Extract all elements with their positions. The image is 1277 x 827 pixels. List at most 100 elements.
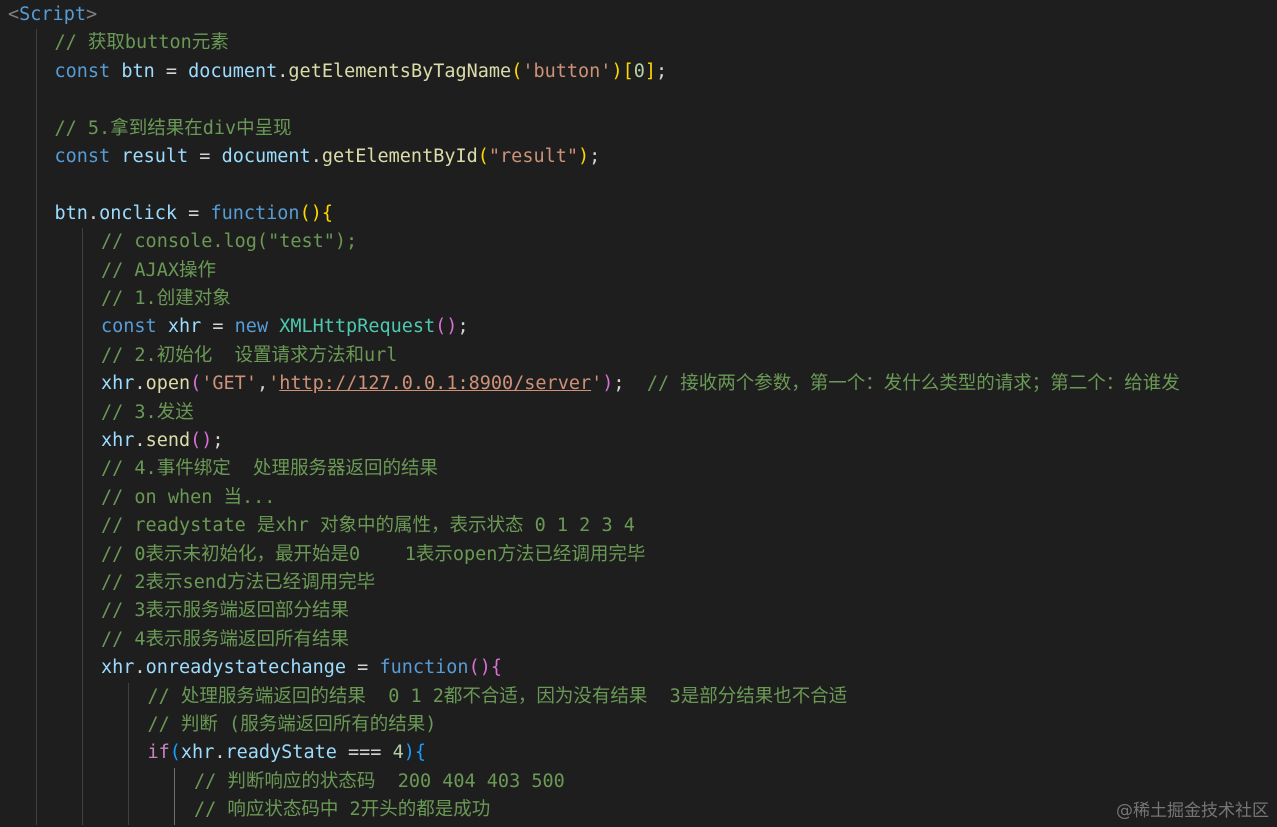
code-token: // 3.发送	[101, 401, 194, 423]
code-token: >	[85, 4, 98, 25]
code-token: .	[134, 657, 146, 679]
code-editor[interactable]: <Script> // 获取button元素 const btn = documen…	[0, 0, 1277, 827]
code-line[interactable]: // 1.创建对象	[0, 285, 1277, 313]
code-line[interactable]: if(xhr.readyState === 4){	[0, 739, 1277, 767]
code-token: const	[54, 146, 122, 167]
code-token: btn	[121, 60, 155, 82]
code-token: ()	[190, 430, 213, 451]
code-token: function	[379, 657, 469, 679]
code-token: xhr	[101, 430, 135, 451]
code-line[interactable]: // 处理服务端返回的结果 0 1 2都不合适，因为没有结果 3是部分结果也不合…	[0, 683, 1277, 711]
code-line[interactable]: // 2表示send方法已经调用完毕	[0, 569, 1277, 597]
code-token: (	[511, 60, 523, 82]
code-token: .	[214, 742, 226, 764]
code-token: onclick	[99, 202, 178, 224]
code-token: 4	[392, 742, 404, 764]
code-line[interactable]	[0, 171, 1277, 199]
code-token: const	[101, 316, 168, 338]
code-line[interactable]: xhr.send();	[0, 427, 1277, 455]
code-token: ;	[212, 430, 224, 451]
code-token: (	[477, 146, 489, 167]
code-token: // 1.创建对象	[101, 288, 231, 309]
code-token: =	[346, 657, 380, 679]
code-token: send	[145, 430, 191, 451]
code-token: ;	[457, 316, 469, 338]
code-token: ()	[299, 202, 322, 224]
code-token: xhr	[180, 742, 215, 764]
code-token: // 2表示send方法已经调用完毕	[101, 572, 376, 593]
code-token: xhr	[167, 316, 202, 338]
code-line[interactable]: // 2.初始化 设置请求方法和url	[0, 342, 1277, 370]
code-token: '	[591, 373, 603, 395]
code-line[interactable]: const xhr = new XMLHttpRequest();	[0, 313, 1277, 341]
code-token: onreadystatechange	[145, 657, 347, 679]
code-token: '	[268, 373, 280, 395]
code-line[interactable]: const btn = document.getElementsByTagNam…	[0, 58, 1277, 86]
code-token: ;	[656, 60, 668, 82]
code-token: document	[188, 60, 278, 82]
code-token: <	[8, 4, 20, 25]
code-token: // 2.初始化 设置请求方法和url	[101, 344, 398, 366]
code-line[interactable]: // 响应状态码中 2开头的都是成功	[0, 796, 1277, 824]
code-line[interactable]: // 判断响应的状态码 200 404 403 500	[0, 768, 1277, 796]
code-token: ,	[256, 373, 269, 395]
code-line[interactable]: // 0表示未初始化，最开始是0 1表示open方法已经调用完毕	[0, 541, 1277, 569]
code-token: =	[177, 202, 211, 224]
code-line[interactable]	[0, 86, 1277, 114]
code-token: // 4表示服务端返回所有结果	[101, 628, 350, 650]
code-token: getElementById	[321, 146, 478, 167]
code-token: // 4.事件绑定 处理服务器返回的结果	[101, 458, 438, 480]
code-line[interactable]: // on when 当...	[0, 484, 1277, 512]
code-token: new	[234, 316, 280, 338]
code-line[interactable]: // AJAX操作	[0, 257, 1277, 285]
code-line[interactable]: // 3.发送	[0, 399, 1277, 427]
code-token: )	[602, 373, 614, 395]
code-token: open	[145, 373, 191, 395]
code-token: xhr	[101, 373, 135, 395]
code-line[interactable]: // 判断 (服务端返回所有的结果)	[0, 711, 1277, 739]
watermark: @稀土掘金技术社区	[1116, 801, 1269, 821]
code-token: btn	[54, 202, 88, 224]
code-token: if	[147, 742, 170, 764]
code-line[interactable]: // 4表示服务端返回所有结果	[0, 626, 1277, 654]
code-token: ()	[468, 657, 491, 679]
code-token: // AJAX操作	[101, 259, 216, 281]
code-token: // console.log("test");	[101, 231, 358, 253]
code-token: =	[154, 60, 189, 82]
code-token: .	[87, 202, 100, 224]
code-token: [	[622, 60, 634, 82]
code-token: // 判断 (服务端返回所有的结果)	[147, 714, 437, 735]
code-token: // on when 当...	[101, 486, 276, 508]
code-token: Script	[19, 4, 86, 25]
code-line[interactable]: const result = document.getElementById("…	[0, 143, 1277, 171]
code-token: )	[611, 60, 623, 82]
code-token: 'button'	[522, 60, 612, 82]
code-line[interactable]: xhr.open('GET','http://127.0.0.1:8900/se…	[0, 370, 1277, 398]
code-token: (	[190, 373, 202, 395]
code-token: {	[414, 742, 426, 764]
code-token: )	[578, 146, 590, 167]
code-line[interactable]: // readystate 是xhr 对象中的属性，表示状态 0 1 2 3 4	[0, 512, 1277, 540]
code-token: .	[310, 146, 322, 167]
code-token: // 接收两个参数，第一个：发什么类型的请求；第二个：给谁发	[646, 373, 1180, 395]
code-token: http://127.0.0.1:8900/server	[279, 373, 592, 395]
code-line[interactable]: // 5.拿到结果在div中呈现	[0, 115, 1277, 143]
code-line[interactable]: <Script>	[0, 1, 1277, 29]
code-token: // 处理服务端返回的结果 0 1 2都不合适，因为没有结果 3是部分结果也不合…	[147, 685, 848, 707]
code-token: XMLHttpRequest	[279, 316, 436, 338]
code-line[interactable]: btn.onclick = function(){	[0, 200, 1277, 228]
code-line[interactable]: xhr.onreadystatechange = function(){	[0, 654, 1277, 682]
code-line[interactable]: // 获取button元素	[0, 29, 1277, 57]
code-token: ()	[435, 316, 458, 338]
code-line[interactable]: // console.log("test");	[0, 228, 1277, 256]
code-token: {	[490, 657, 502, 679]
code-token: ]	[644, 60, 656, 82]
code-token: xhr	[101, 657, 135, 679]
code-token: // 判断响应的状态码 200 404 403 500	[194, 770, 565, 792]
code-token: ===	[336, 742, 393, 764]
code-token: (	[169, 742, 181, 764]
code-line[interactable]: // 3表示服务端返回部分结果	[0, 597, 1277, 625]
code-token: // 0表示未初始化，最开始是0 1表示open方法已经调用完毕	[101, 543, 646, 565]
code-token: document	[221, 146, 311, 167]
code-line[interactable]: // 4.事件绑定 处理服务器返回的结果	[0, 455, 1277, 483]
